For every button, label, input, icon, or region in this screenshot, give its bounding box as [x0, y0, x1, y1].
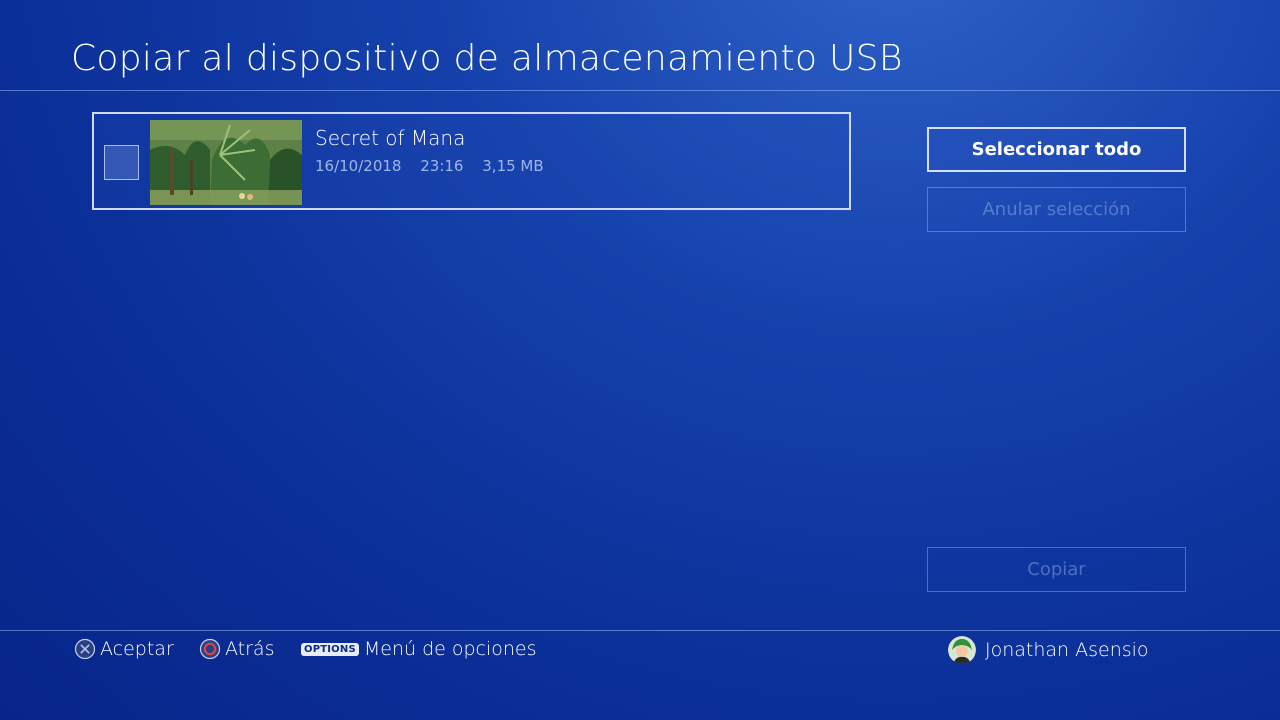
- page-title: Copiar al dispositivo de almacenamiento …: [71, 38, 903, 79]
- select-all-button[interactable]: Seleccionar todo: [927, 127, 1186, 172]
- accept-hint: Aceptar: [74, 638, 174, 660]
- copy-button[interactable]: Copiar: [927, 547, 1186, 592]
- list-item[interactable]: Secret of Mana 16/10/2018 23:16 3,15 MB: [92, 112, 851, 210]
- options-button-icon: OPTIONS: [301, 642, 359, 656]
- back-hint: Atrás: [199, 638, 274, 660]
- item-date: 16/10/2018: [315, 157, 402, 175]
- back-label: Atrás: [225, 638, 275, 660]
- header-divider: [0, 90, 1280, 91]
- footer-divider: [0, 630, 1280, 631]
- circle-button-icon: [199, 638, 221, 660]
- deselect-button[interactable]: Anular selección: [927, 187, 1186, 232]
- item-checkbox[interactable]: [104, 145, 139, 180]
- item-size: 3,15 MB: [482, 157, 544, 175]
- footer: Aceptar Atrás OPTIONS Menú de opciones J…: [0, 636, 1280, 664]
- item-title: Secret of Mana: [315, 126, 466, 150]
- cross-button-icon: [74, 638, 96, 660]
- user-info: Jonathan Asensio: [948, 636, 1149, 664]
- options-menu-label: Menú de opciones: [363, 638, 537, 660]
- user-name: Jonathan Asensio: [985, 639, 1149, 661]
- user-avatar-icon: [948, 636, 976, 664]
- accept-label: Aceptar: [100, 638, 174, 660]
- game-thumbnail: [150, 120, 302, 205]
- item-time: 23:16: [420, 157, 464, 175]
- options-hint: OPTIONS Menú de opciones: [301, 638, 537, 660]
- item-meta: 16/10/2018 23:16 3,15 MB: [315, 157, 558, 175]
